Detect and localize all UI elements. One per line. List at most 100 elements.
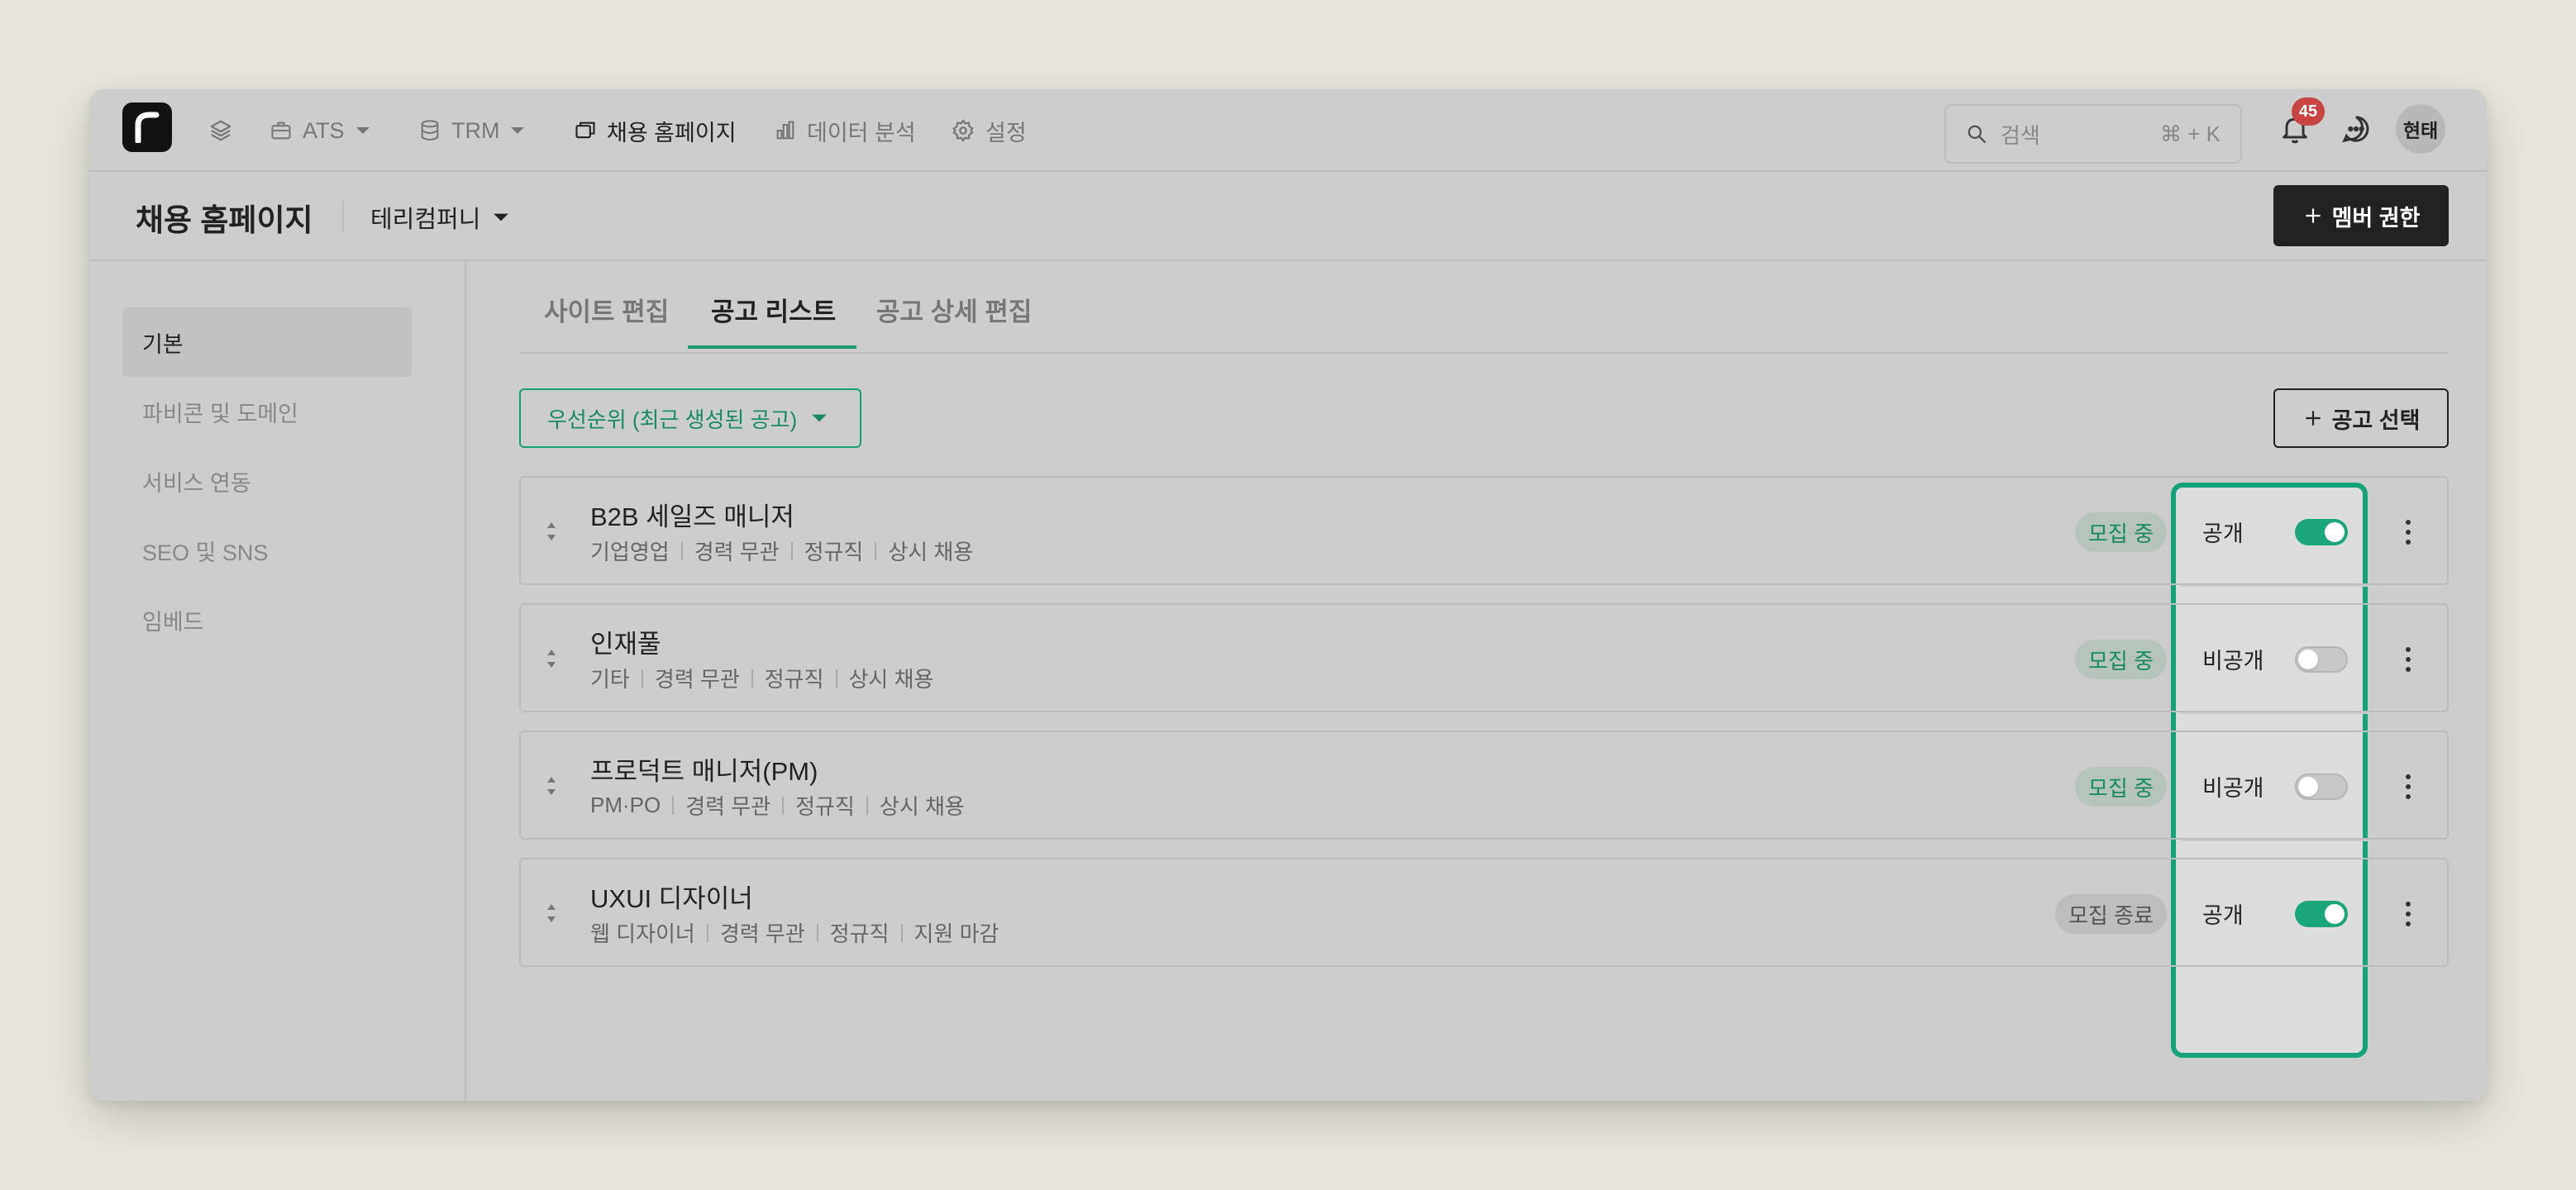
logo-icon	[135, 112, 160, 143]
plus-icon	[2305, 411, 2321, 426]
layers-icon	[210, 120, 231, 141]
page-header: 채용 홈페이지 테리컴퍼니 멤버 권한	[89, 172, 2487, 261]
job-row[interactable]: 인재풀 기타 경력 무관 정규직 상시 채용 모집 중 비공개	[519, 603, 2449, 712]
app-logo[interactable]	[122, 102, 172, 152]
job-title[interactable]: 인재풀	[590, 623, 661, 660]
visibility-toggle[interactable]	[2295, 519, 2348, 545]
job-meta: PM·PO 경력 무관 정규직 상시 채용	[590, 790, 965, 821]
tab-job-list[interactable]: 공고 리스트	[711, 291, 836, 328]
meta-separator	[790, 541, 793, 560]
status-badge: 모집 중	[2075, 767, 2167, 807]
more-vertical-icon[interactable]	[2404, 899, 2412, 929]
status-badge: 모집 중	[2075, 512, 2167, 552]
tab-job-detail-edit[interactable]: 공고 상세 편집	[876, 291, 1032, 328]
sidebar-item-seo-sns[interactable]: SEO 및 SNS	[122, 516, 412, 585]
member-permission-label: 멤버 권한	[2331, 205, 2421, 231]
job-row[interactable]: 프로덕트 매니저(PM) PM·PO 경력 무관 정규직 상시 채용 모집 중 …	[519, 731, 2449, 840]
bar-chart-icon	[776, 121, 794, 140]
sidebar-item-embed[interactable]: 임베드	[122, 585, 412, 654]
window-icon	[575, 121, 595, 139]
job-deadline: 상시 채용	[879, 794, 965, 819]
meta-separator	[641, 669, 643, 688]
meta-separator	[816, 923, 818, 942]
nav-trm[interactable]: TRM	[418, 89, 526, 172]
app-window: ATS TRM 채용 홈페이지 데이터 분석 설정 검색 ⌘ + K 45 현태…	[89, 89, 2487, 1101]
drag-handle-icon[interactable]	[546, 646, 557, 671]
select-job-label: 공고 선택	[2331, 407, 2421, 433]
tab-site-edit[interactable]: 사이트 편집	[544, 291, 669, 328]
visibility-toggle[interactable]	[2295, 774, 2348, 800]
job-experience: 경력 무관	[719, 921, 805, 946]
sidebar-item-label: 서비스 연동	[142, 470, 251, 496]
visibility-label: 비공개	[2202, 776, 2264, 801]
job-employment-type: 정규직	[795, 794, 855, 819]
sidebar-item-integrations[interactable]: 서비스 연동	[122, 446, 412, 516]
sidebar-item-favicon-domain[interactable]: 파비콘 및 도메인	[122, 377, 412, 446]
member-permission-button[interactable]: 멤버 권한	[2273, 185, 2449, 246]
highlight-separator	[2181, 712, 2368, 714]
toggle-knob	[2325, 522, 2345, 542]
meta-separator	[866, 796, 868, 815]
job-category: 기업영업	[590, 540, 670, 564]
sidebar-item-label: 파비콘 및 도메인	[142, 401, 298, 426]
nav-settings[interactable]: 설정	[951, 89, 1027, 172]
job-employment-type: 정규직	[829, 921, 890, 946]
select-job-button[interactable]: 공고 선택	[2273, 388, 2449, 448]
chevron-down-icon	[511, 127, 525, 134]
job-employment-type: 정규직	[764, 667, 824, 692]
job-deadline: 지원 마감	[914, 921, 999, 946]
job-employment-type: 정규직	[804, 540, 864, 564]
nav-career-site-label: 채용 홈페이지	[607, 120, 737, 145]
job-deadline: 상시 채용	[888, 540, 974, 564]
nav-career-site[interactable]: 채용 홈페이지	[574, 89, 737, 172]
job-row[interactable]: UXUI 디자이너 웹 디자이너 경력 무관 정규직 지원 마감 모집 종료 공…	[519, 858, 2449, 967]
toggle-knob	[2298, 650, 2318, 669]
sidebar-item-label: 임베드	[142, 609, 204, 635]
meta-separator	[782, 796, 785, 815]
top-nav: ATS TRM 채용 홈페이지 데이터 분석 설정 검색 ⌘ + K 45 현태	[89, 89, 2487, 172]
sidebar-item-label: 기본	[142, 331, 184, 357]
page-title: 채용 홈페이지	[136, 203, 313, 237]
drag-handle-icon[interactable]	[546, 901, 557, 926]
nav-layers[interactable]	[208, 89, 233, 172]
toggle-knob	[2325, 904, 2345, 924]
sidebar-item-label: SEO 및 SNS	[142, 540, 269, 565]
status-badge: 모집 중	[2075, 640, 2167, 679]
status-badge: 모집 종료	[2055, 894, 2167, 934]
job-title[interactable]: B2B 세일즈 매니저	[590, 496, 794, 533]
chat-icon	[2342, 116, 2369, 143]
chevron-down-icon	[355, 127, 370, 134]
job-title[interactable]: 프로덕트 매니저(PM)	[590, 750, 818, 788]
highlight-separator	[2181, 585, 2368, 587]
drag-handle-icon[interactable]	[546, 519, 557, 544]
briefcase-icon	[271, 121, 291, 140]
notification-badge: 45	[2292, 98, 2325, 126]
settings-sidebar: 기본 파비콘 및 도메인 서비스 연동 SEO 및 SNS 임베드	[89, 261, 466, 1101]
search-icon	[1968, 125, 1986, 143]
job-row[interactable]: B2B 세일즈 매니저 기업영업 경력 무관 정규직 상시 채용 모집 중 공개	[519, 476, 2449, 585]
search-input[interactable]: 검색 ⌘ + K	[1944, 104, 2242, 164]
visibility-toggle[interactable]	[2295, 646, 2348, 673]
gear-icon	[952, 119, 974, 142]
company-selector[interactable]: 테리컴퍼니	[370, 200, 510, 235]
job-category: 기타	[590, 667, 630, 692]
more-vertical-icon[interactable]	[2404, 645, 2412, 674]
job-meta: 기타 경력 무관 정규직 상시 채용	[590, 663, 933, 693]
sort-dropdown[interactable]: 우선순위 (최근 생성된 공고)	[519, 388, 861, 448]
job-meta: 웹 디자이너 경력 무관 정규직 지원 마감	[590, 917, 999, 948]
nav-analytics[interactable]: 데이터 분석	[774, 89, 916, 172]
chevron-down-icon	[812, 414, 827, 422]
more-vertical-icon[interactable]	[2404, 772, 2412, 802]
more-vertical-icon[interactable]	[2404, 517, 2412, 547]
drag-handle-icon[interactable]	[546, 774, 557, 798]
job-title[interactable]: UXUI 디자이너	[590, 878, 753, 915]
job-experience: 경력 무관	[694, 540, 780, 564]
sidebar-item-basic[interactable]: 기본	[122, 307, 412, 377]
user-avatar[interactable]: 현태	[2396, 104, 2445, 154]
nav-ats[interactable]: ATS	[270, 89, 371, 172]
visibility-label: 공개	[2202, 521, 2244, 546]
header-divider	[342, 200, 344, 233]
messages-button[interactable]	[2340, 112, 2373, 150]
search-shortcut: ⌘ + K	[2160, 121, 2221, 146]
visibility-toggle[interactable]	[2295, 901, 2348, 927]
